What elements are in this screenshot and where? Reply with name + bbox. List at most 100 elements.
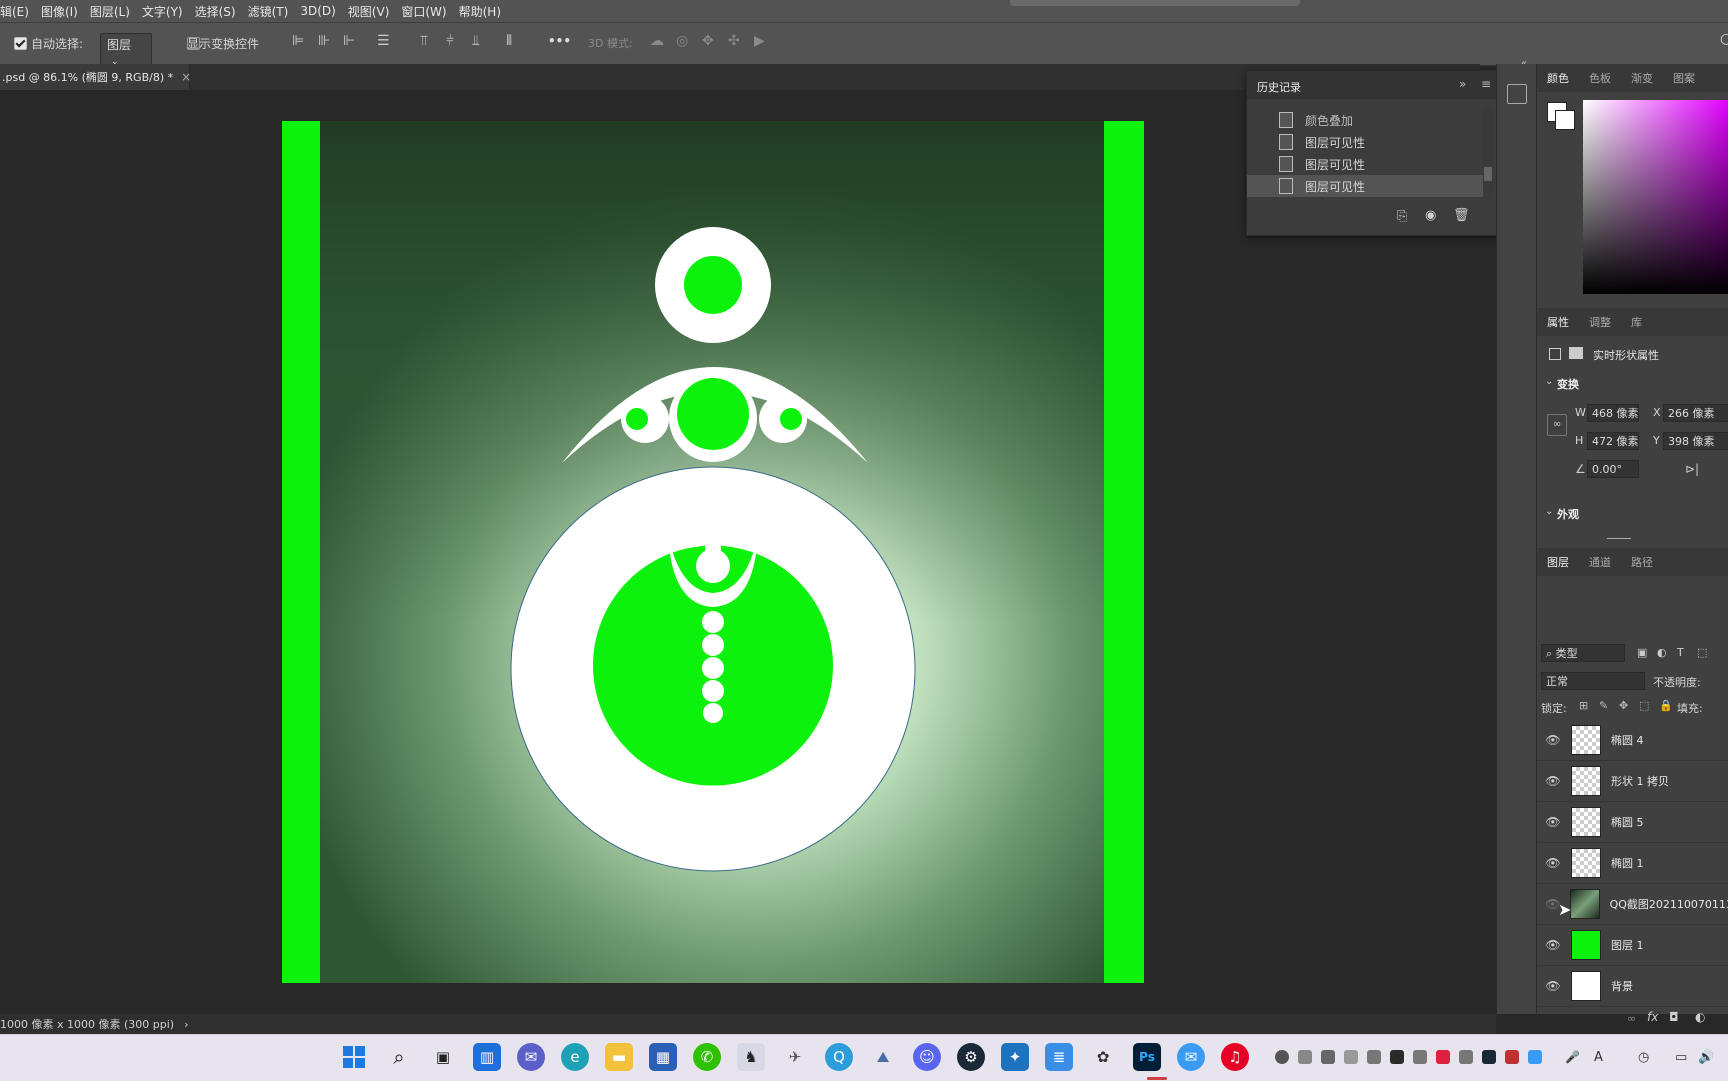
task-view-icon[interactable]: ▣ [429,1043,457,1071]
align-top-icon[interactable]: ⫪ [420,33,428,49]
link-icon[interactable]: ∞ [1547,414,1567,436]
more-options-button[interactable]: ••• [548,34,571,48]
menu-edit[interactable]: 辑(E) [0,3,35,20]
tray-icon[interactable] [1298,1050,1312,1064]
input-method-icon[interactable]: A [1594,1050,1608,1065]
tab-channels[interactable]: 通道 [1579,554,1621,570]
tab-adjustments[interactable]: 调整 [1579,314,1621,330]
tab-libraries[interactable]: 库 [1621,314,1652,330]
tab-paths[interactable]: 路径 [1621,554,1663,570]
menu-filter[interactable]: 滤镜(T) [242,3,295,20]
align-right-icon[interactable]: ⊩ [343,33,355,49]
adjustment-layer-icon[interactable]: ◐ [1695,1010,1705,1024]
menu-select[interactable]: 选择(S) [189,3,242,20]
lock-position-icon[interactable]: ✥ [1619,699,1628,712]
tray-icon[interactable] [1321,1050,1335,1064]
microphone-icon[interactable]: 🎤 [1565,1050,1580,1064]
panel-menu-icon[interactable]: ≡ [1481,77,1491,91]
camera-icon[interactable]: ◉ [1425,208,1436,223]
document-tab[interactable]: .psd @ 86.1% (椭圆 9, RGB/8) * × [0,64,191,90]
layer-row[interactable]: 👁 形状 1 拷贝 [1537,761,1728,802]
chat-icon[interactable]: ✉ [517,1043,545,1071]
tray-icon[interactable] [1505,1050,1519,1064]
artboard[interactable] [282,121,1144,983]
align-middle-icon[interactable]: ⫩ [446,33,454,49]
qq-icon[interactable]: ♞ [737,1043,765,1071]
link-layers-icon[interactable]: ∞ [1627,1012,1636,1025]
chevron-down-icon[interactable]: ⌄ [1545,376,1553,387]
menu-window[interactable]: 窗口(W) [395,3,452,20]
search-icon[interactable]: ⌕ [385,1043,413,1071]
distribute-icon[interactable]: ☰ [377,33,390,49]
adjustment-filter-icon[interactable]: ◐ [1657,646,1667,659]
eye-icon[interactable]: 👁 [1545,815,1561,829]
tab-color[interactable]: 颜色 [1537,70,1579,86]
tab-properties[interactable]: 属性 [1537,314,1579,330]
browser-icon[interactable]: Q [825,1043,853,1071]
tray-icon[interactable] [1413,1050,1427,1064]
tab-layers[interactable]: 图层 [1537,554,1579,570]
discord-icon[interactable]: ☺ [913,1043,941,1071]
lock-artboard-icon[interactable]: ⬚ [1639,699,1649,712]
edge-browser-icon[interactable]: e [561,1043,589,1071]
pin-icon[interactable]: ✦ [1001,1043,1029,1071]
tray-icon[interactable] [1367,1050,1381,1064]
layer-row[interactable]: 👁 椭圆 1 [1537,843,1728,884]
photoshop-icon[interactable]: Ps [1133,1043,1161,1071]
layer-row[interactable]: 👁 椭圆 5 [1537,802,1728,843]
wechat-icon[interactable]: ✆ [693,1043,721,1071]
stroke-line-preview[interactable] [1607,538,1631,539]
expand-icon[interactable]: » [1459,77,1466,91]
distribute-vertical-icon[interactable]: ⦀ [506,33,512,49]
eye-icon[interactable]: 👁 [1545,979,1561,993]
network-icon[interactable]: ▭ [1675,1050,1689,1065]
history-scrollbar[interactable] [1483,107,1493,199]
align-bottom-icon[interactable]: ⫫ [472,33,480,49]
tray-icon[interactable] [1390,1050,1404,1064]
image-filter-icon[interactable]: ▣ [1637,646,1647,659]
background-color-swatch[interactable] [1555,110,1575,130]
trash-icon[interactable]: 🗑 [1453,208,1470,223]
chevron-down-icon[interactable]: ⌄ [1545,506,1553,517]
tab-gradients[interactable]: 渐变 [1621,70,1663,86]
search-icon[interactable]: ○ [1720,31,1728,47]
fx-icon[interactable]: fx [1647,1010,1658,1024]
lock-paint-icon[interactable]: ✎ [1599,699,1608,712]
store-icon[interactable]: ▦ [649,1043,677,1071]
menu-help[interactable]: 帮助(H) [453,3,507,20]
eye-icon[interactable]: 👁 [1545,856,1561,870]
widgets-icon[interactable]: ▥ [473,1043,501,1071]
width-field[interactable]: 468 像素 [1587,404,1639,422]
align-left-icon[interactable]: ⊫ [292,33,304,49]
tray-icon[interactable] [1459,1050,1473,1064]
menu-view[interactable]: 视图(V) [342,3,396,20]
netease-music-icon[interactable]: ♫ [1221,1043,1249,1071]
app-icon[interactable]: ✈ [781,1043,809,1071]
tray-icon[interactable] [1344,1050,1358,1064]
history-item[interactable]: 图层可见性 [1247,153,1483,175]
new-document-icon[interactable]: ⎘ [1397,209,1407,224]
layer-filter-dropdown[interactable]: ⌕ 类型 [1541,644,1625,662]
menu-type[interactable]: 文字(Y) [136,3,189,20]
tray-icon[interactable] [1528,1050,1542,1064]
tray-icon[interactable] [1436,1050,1450,1064]
auto-select-checkbox[interactable] [14,37,27,50]
tray-icon[interactable] [1482,1050,1496,1064]
color-picker-field[interactable] [1583,100,1728,294]
close-icon[interactable]: × [181,70,191,84]
tab-patterns[interactable]: 图案 [1663,70,1705,86]
eye-icon[interactable]: 👁 [1545,774,1561,788]
layer-row[interactable]: 👁 背景 [1537,966,1728,1007]
tab-swatches[interactable]: 色板 [1579,70,1621,86]
align-center-icon[interactable]: ⊪ [318,33,330,49]
type-filter-icon[interactable]: T [1677,646,1684,659]
clock-icon[interactable]: ◷ [1638,1050,1652,1065]
layer-row[interactable]: 👁 椭圆 4 [1537,720,1728,761]
notepad-icon[interactable]: ≣ [1045,1043,1073,1071]
volume-icon[interactable]: 🔊 [1698,1050,1714,1065]
history-panel-icon[interactable] [1507,84,1527,104]
steam-icon[interactable]: ⚙ [957,1043,985,1071]
tray-icon[interactable] [1275,1050,1289,1064]
network-app-icon[interactable]: ✿ [1089,1043,1117,1071]
eye-icon[interactable]: 👁 [1545,938,1561,952]
